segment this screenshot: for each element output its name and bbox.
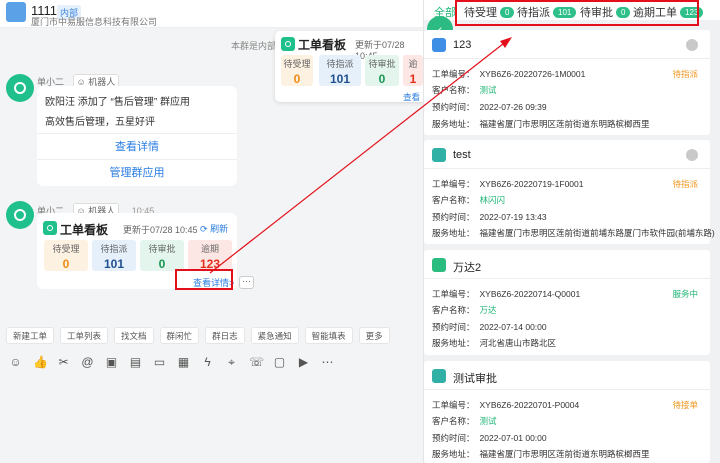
annotation-arrow (209, 37, 512, 274)
arrow-head (500, 37, 512, 48)
arrow-line (209, 39, 509, 274)
